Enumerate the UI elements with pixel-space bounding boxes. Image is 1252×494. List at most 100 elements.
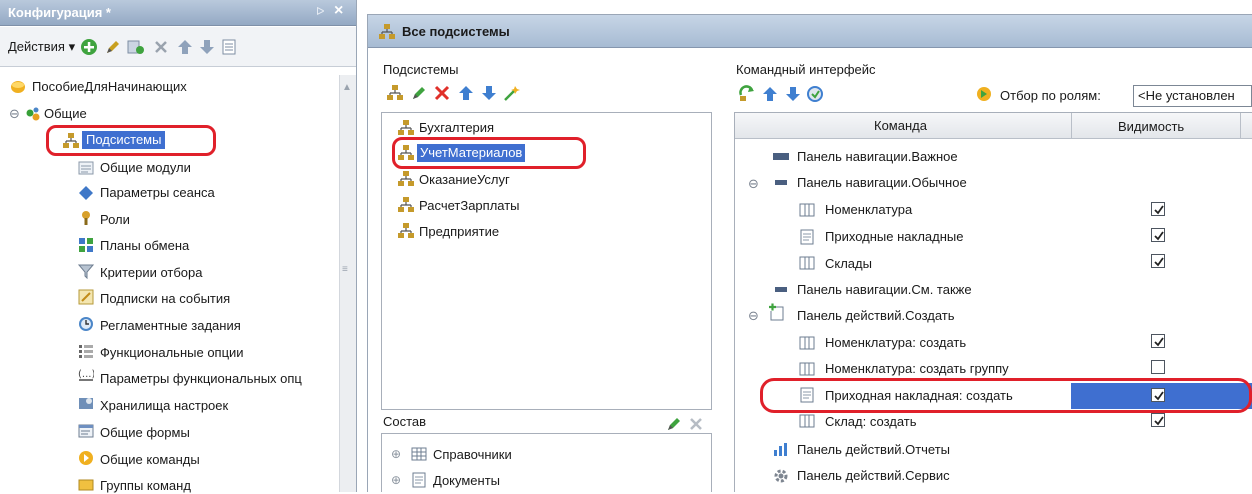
service-gear-icon [773,468,789,484]
actions-menu[interactable]: Действия ▾ [8,39,75,55]
visibility-checkbox[interactable] [1151,228,1165,242]
column-header-visibility[interactable]: Видимость [1118,119,1184,135]
composition-edit-icon[interactable] [666,416,682,432]
common-modules-icon [78,160,94,176]
functional-option-params-icon: (...) [78,367,94,385]
subsystem-edit-icon[interactable] [410,84,428,102]
cmd-row-text[interactable]: Приходные накладные [825,229,963,245]
role-filter-label: Отбор по ролям: [1000,88,1101,103]
highlight-receipt-create [760,378,1252,413]
navigation-panel-icon [773,152,789,162]
cmd-row-text[interactable]: Номенклатура: создать группу [825,361,1009,377]
collapse-common-icon[interactable]: ⊖ [9,106,20,122]
subsystem-icon [397,196,415,214]
visibility-checkbox[interactable] [1151,334,1165,348]
subsystem-item-enterprise[interactable]: Предприятие [419,224,499,240]
column-divider [1071,113,1072,139]
subsystem-item-payroll[interactable]: РасчетЗарплаты [419,198,520,214]
expand-documents-icon[interactable]: ⊕ [391,472,401,488]
scroll-up-arrow-icon[interactable]: ▲ [342,80,352,96]
scroll-grip-icon[interactable]: ≡ [342,262,348,278]
visibility-checkbox[interactable] [1151,360,1165,374]
cmd-row-text[interactable]: Панель действий.Создать [797,308,955,324]
tree-root-label[interactable]: ПособиеДляНачинающих [32,79,187,95]
tree-scrollbar[interactable] [339,75,356,492]
add-icon[interactable] [80,38,98,56]
expand-catalogs-icon[interactable]: ⊕ [391,446,401,462]
settings-storage-icon [78,395,94,411]
cmd-row-text[interactable]: Номенклатура: создать [825,335,966,351]
subsystem-move-down-icon[interactable] [480,84,498,102]
cmd-row-text[interactable]: Панель действий.Сервис [797,468,950,484]
functional-options-icon [78,343,94,359]
column-header-command[interactable]: Команда [874,118,927,134]
move-up-icon[interactable] [176,38,194,56]
command-grid[interactable] [734,112,1252,492]
composition-item-documents[interactable]: Документы [433,473,500,489]
close-icon[interactable]: × [334,3,343,19]
tree-item-filter-criteria[interactable]: Критерии отбора [100,265,203,281]
cmd-row-text[interactable]: Панель навигации.Важное [797,149,958,165]
subsystem-move-up-icon[interactable] [457,84,475,102]
command-groups-icon [78,476,94,492]
composition-label: Состав [383,414,427,429]
cmd-row-text[interactable]: Панель навигации.Обычное [797,175,967,191]
documents-icon [411,472,427,488]
catalog-icon [799,335,815,351]
cmd-move-up-icon[interactable] [761,85,779,103]
cmd-row-text[interactable]: Номенклатура [825,202,912,218]
svg-text:(...): (...) [78,369,94,380]
subsystems-label: Подсистемы [383,62,459,77]
visibility-checkbox[interactable] [1151,254,1165,268]
composition-list[interactable] [381,433,712,492]
event-subscriptions-icon [78,289,94,305]
cmd-row-text[interactable]: Склады [825,256,872,272]
delete-icon[interactable] [152,38,170,56]
subsystem-add-icon[interactable] [386,84,404,102]
subsystem-item-services[interactable]: ОказаниеУслуг [419,172,510,188]
tree-item-exchange-plans[interactable]: Планы обмена [100,238,189,254]
role-filter-select[interactable]: <Не установлен [1133,85,1252,107]
exchange-plans-icon [78,237,94,253]
tree-item-common-commands[interactable]: Общие команды [100,452,200,468]
cmd-move-down-icon[interactable] [784,85,802,103]
document-icon [799,229,815,245]
highlight-subsystems [46,125,216,156]
tree-common-label[interactable]: Общие [44,106,87,122]
edit-icon[interactable] [104,38,122,56]
tree-item-event-subscriptions[interactable]: Подписки на события [100,291,230,307]
tree-item-settings-storage[interactable]: Хранилища настроек [100,398,228,414]
cmd-row-text[interactable]: Склад: создать [825,414,917,430]
composition-delete-icon[interactable] [688,416,704,432]
cmd-options-icon[interactable] [806,85,824,103]
pin-icon[interactable]: ᐅ [316,4,324,20]
collapse-row-icon[interactable]: ⊖ [748,308,759,324]
copy-icon[interactable] [126,38,146,56]
move-down-icon[interactable] [198,38,216,56]
tree-item-roles[interactable]: Роли [100,212,130,228]
tree-item-functional-options[interactable]: Функциональные опции [100,345,244,361]
common-forms-icon [78,423,94,439]
cmd-row-text[interactable]: Панель навигации.См. также [797,282,972,298]
subsystem-item-accounting[interactable]: Бухгалтерия [419,120,494,136]
subsystem-delete-icon[interactable] [433,84,451,102]
all-subsystems-title: Все подсистемы [402,24,510,39]
cmd-row-text[interactable]: Панель действий.Отчеты [797,442,950,458]
collapse-row-icon[interactable]: ⊖ [748,176,759,192]
visibility-checkbox[interactable] [1151,202,1165,216]
action-panel-create-icon [768,303,786,321]
list-icon[interactable] [220,38,238,56]
composition-item-catalogs[interactable]: Справочники [433,447,512,463]
scheduled-jobs-icon [78,316,94,332]
role-filter-icon[interactable] [975,85,993,103]
subsystem-wand-icon[interactable] [503,84,521,102]
cmd-refresh-icon[interactable] [738,85,756,103]
tree-item-session-params[interactable]: Параметры сеанса [100,185,215,201]
catalog-icon [799,255,815,271]
tree-item-common-forms[interactable]: Общие формы [100,425,190,441]
tree-item-functional-option-params[interactable]: Параметры функциональных опц [100,371,302,387]
visibility-checkbox[interactable] [1151,413,1165,427]
navigation-panel-icon [775,179,787,187]
tree-item-scheduled-jobs[interactable]: Регламентные задания [100,318,241,334]
tree-item-common-modules[interactable]: Общие модули [100,160,191,176]
